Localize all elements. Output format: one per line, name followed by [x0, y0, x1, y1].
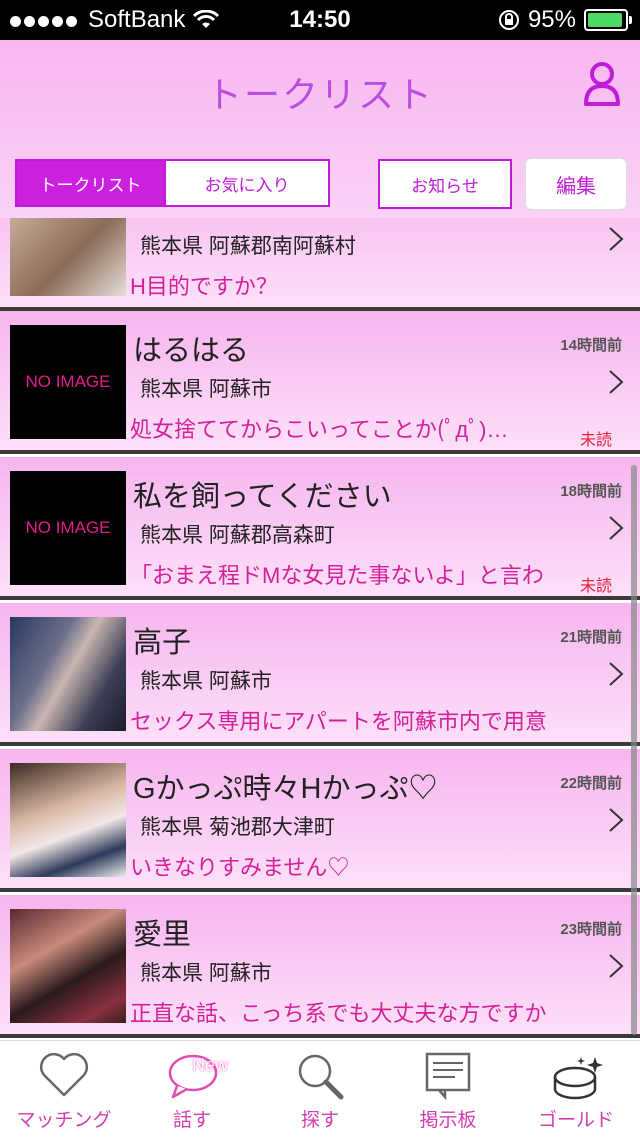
page-title: トークリスト	[205, 75, 434, 116]
item-name: 私を飼ってください	[133, 481, 392, 513]
tab-talk[interactable]: New 話す	[128, 1041, 256, 1137]
unread-badge: 未読	[579, 578, 612, 595]
tab-matching-label: マッチング	[16, 1110, 112, 1131]
item-location: 熊本県 菊池郡大津町	[140, 816, 335, 839]
tab-talk-label: 話す	[172, 1110, 211, 1131]
tab-gold-label: ゴールド	[537, 1110, 614, 1131]
item-name: Gかっぷ時々Hかっぷ♡	[133, 773, 438, 805]
battery-percent: 95%	[527, 6, 576, 33]
notice-button[interactable]: お知らせ	[378, 159, 512, 209]
item-message: 処女捨ててからこいってことか(ﾟдﾟ)…	[130, 417, 509, 442]
item-message: 正直な話、こっち系でも大丈夫な方ですか	[130, 1001, 547, 1026]
heart-icon	[39, 1052, 89, 1097]
tab-board[interactable]: 掲示板	[384, 1041, 512, 1137]
item-location: 熊本県 阿蘇郡高森町	[140, 524, 335, 547]
chevron-right-icon	[609, 370, 624, 394]
list-item[interactable]: NO IMAGE はるはる 14時間前 熊本県 阿蘇市 処女捨ててからこいってこ…	[0, 311, 640, 454]
item-name: はるはる	[133, 335, 250, 367]
item-location: 熊本県 阿蘇市	[140, 962, 272, 985]
avatar	[10, 617, 126, 731]
item-time: 18時間前	[560, 483, 622, 500]
profile-icon[interactable]	[582, 60, 622, 108]
item-message: 「おまえ程ドMな女見た事ないよ」と言わ	[130, 563, 544, 588]
avatar: NO IMAGE	[10, 471, 126, 585]
scrollbar[interactable]	[631, 465, 637, 1035]
item-time: 14時間前	[560, 337, 622, 354]
chevron-right-icon	[609, 516, 624, 540]
item-time: 21時間前	[560, 629, 622, 646]
talk-list: 熊本県 阿蘇郡南阿蘇村 H目的ですか？ NO IMAGE はるはる 14時間前 …	[0, 218, 640, 1040]
tab-matching[interactable]: マッチング	[0, 1041, 128, 1137]
item-name: 愛里	[133, 919, 192, 951]
bottom-tab-bar: マッチング New 話す 探す 掲示板 ゴールド	[0, 1040, 640, 1137]
chevron-right-icon	[609, 227, 624, 251]
item-time: 23時間前	[560, 921, 622, 938]
status-bar: SoftBank 14:50 95%	[0, 0, 640, 40]
rotation-lock-icon	[498, 10, 519, 30]
list-item[interactable]: 高子 21時間前 熊本県 阿蘇市 セックス専用にアパートを阿蘇市内で用意	[0, 603, 640, 746]
tab-favorites[interactable]: お気に入り	[166, 159, 330, 207]
tab-search-label: 探す	[300, 1110, 339, 1131]
chevron-right-icon	[609, 954, 624, 978]
avatar	[10, 909, 126, 1023]
item-location: 熊本県 阿蘇郡南阿蘇村	[140, 235, 356, 258]
new-badge: New	[192, 1055, 229, 1075]
tab-search[interactable]: 探す	[256, 1041, 384, 1137]
item-message: H目的ですか？	[130, 274, 278, 299]
avatar: NO IMAGE	[10, 325, 126, 439]
chevron-right-icon	[609, 808, 624, 832]
search-icon	[298, 1054, 344, 1100]
item-message: いきなりすみません♡	[130, 855, 350, 880]
chevron-right-icon	[609, 662, 624, 686]
segment-control: トークリスト お気に入り	[15, 159, 330, 207]
item-location: 熊本県 阿蘇市	[140, 378, 272, 401]
tab-talk-list[interactable]: トークリスト	[15, 159, 166, 207]
battery-icon	[584, 9, 632, 31]
list-item[interactable]: 熊本県 阿蘇郡南阿蘇村 H目的ですか？	[0, 218, 640, 311]
coin-icon	[553, 1057, 603, 1100]
item-message: セックス専用にアパートを阿蘇市内で用意	[130, 709, 547, 734]
avatar	[10, 763, 126, 877]
header: トークリスト トークリスト お気に入り お知らせ 編集	[0, 40, 640, 218]
edit-button[interactable]: 編集	[525, 158, 627, 210]
unread-badge: 未読	[579, 432, 612, 449]
bulletin-board-icon	[425, 1052, 471, 1101]
list-item[interactable]: Gかっぷ時々Hかっぷ♡ 22時間前 熊本県 菊池郡大津町 いきなりすみません♡	[0, 749, 640, 892]
item-name: 高子	[133, 627, 192, 659]
item-time: 22時間前	[560, 775, 622, 792]
avatar	[10, 218, 126, 296]
list-item[interactable]: 愛里 23時間前 熊本県 阿蘇市 正直な話、こっち系でも大丈夫な方ですか	[0, 895, 640, 1038]
tab-gold[interactable]: ゴールド	[512, 1041, 640, 1137]
item-location: 熊本県 阿蘇市	[140, 670, 272, 693]
list-item[interactable]: NO IMAGE 私を飼ってください 18時間前 熊本県 阿蘇郡高森町 「おまえ…	[0, 457, 640, 600]
tab-board-label: 掲示板	[419, 1110, 477, 1131]
